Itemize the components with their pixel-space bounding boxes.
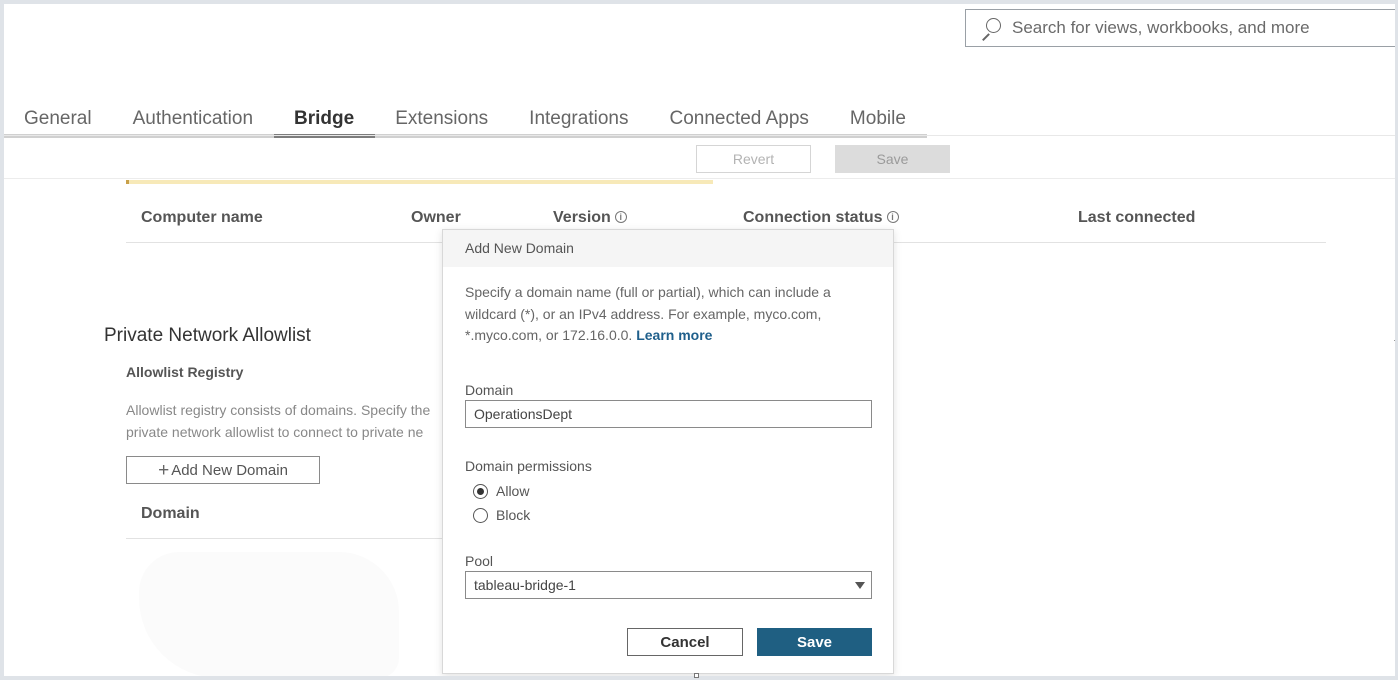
tab-integrations[interactable]: Integrations (509, 102, 650, 138)
column-last-connected: Last connected (1078, 209, 1196, 226)
tab-divider (4, 135, 1395, 136)
domain-input[interactable] (465, 400, 872, 428)
search-icon (974, 10, 1010, 46)
search-box[interactable] (965, 9, 1395, 47)
block-radio[interactable] (473, 507, 488, 523)
pool-select[interactable]: tableau-bridge-1 (465, 571, 872, 599)
pool-label: Pool (465, 553, 494, 569)
allowlist-description-line: Allowlist registry consists of domains. … (126, 402, 431, 418)
column-owner: Owner (411, 209, 461, 226)
empty-state-illustration (139, 552, 399, 676)
resize-handle[interactable] (694, 673, 699, 678)
allowlist-title: Private Network Allowlist (104, 325, 311, 346)
allowlist-registry-title: Allowlist Registry (126, 364, 244, 380)
tab-connected-apps[interactable]: Connected Apps (649, 102, 830, 138)
dialog-description: Specify a domain name (full or partial),… (465, 282, 865, 347)
settings-tabs: General Authentication Bridge Extensions… (4, 102, 927, 138)
allowlist-description-line: private network allowlist to connect to … (126, 424, 424, 440)
add-new-domain-label: Add New Domain (171, 461, 288, 479)
info-icon[interactable]: i (886, 211, 899, 223)
save-settings-button[interactable]: Save (835, 145, 950, 173)
tab-general[interactable]: General (4, 102, 113, 138)
toolbar-divider (4, 178, 1395, 179)
permission-block-option[interactable]: Block (473, 507, 530, 523)
allow-label: Allow (496, 483, 530, 499)
caret-down-icon (855, 581, 865, 589)
allowlist-description: Allowlist registry consists of domains. … (126, 399, 446, 443)
save-button[interactable]: Save (757, 628, 872, 656)
column-connection-status-label: Connection status (743, 209, 883, 226)
search-input[interactable] (1010, 10, 1395, 46)
tab-bridge[interactable]: Bridge (274, 102, 376, 138)
domain-permissions-label: Domain permissions (465, 458, 592, 474)
block-label: Block (496, 507, 531, 523)
column-connection-status: Connection status i (743, 209, 899, 227)
revert-button[interactable]: Revert (696, 145, 811, 173)
tab-mobile[interactable]: Mobile (829, 102, 927, 138)
domain-label: Domain (465, 382, 514, 398)
notice-banner (126, 180, 713, 184)
column-computer-name: Computer name (141, 209, 263, 226)
learn-more-link[interactable]: Learn more (636, 327, 712, 343)
resize-marker (1394, 340, 1395, 343)
domain-table-divider (126, 538, 446, 539)
tab-authentication[interactable]: Authentication (112, 102, 275, 138)
permission-allow-option[interactable]: Allow (473, 483, 529, 499)
info-icon[interactable]: i (614, 211, 627, 223)
plus-icon: + (158, 459, 170, 481)
allow-radio[interactable] (473, 483, 488, 499)
add-new-domain-dialog: Add New Domain Specify a domain name (fu… (442, 229, 894, 674)
add-new-domain-button[interactable]: + Add New Domain (126, 456, 320, 484)
column-domain: Domain (141, 505, 200, 522)
cancel-button[interactable]: Cancel (627, 628, 743, 656)
dialog-title: Add New Domain (443, 230, 893, 267)
tab-extensions[interactable]: Extensions (375, 102, 510, 138)
column-version-label: Version (553, 209, 611, 226)
column-version: Version i (553, 209, 627, 227)
settings-page: General Authentication Bridge Extensions… (4, 4, 1395, 676)
pool-selected-value: tableau-bridge-1 (474, 577, 576, 593)
